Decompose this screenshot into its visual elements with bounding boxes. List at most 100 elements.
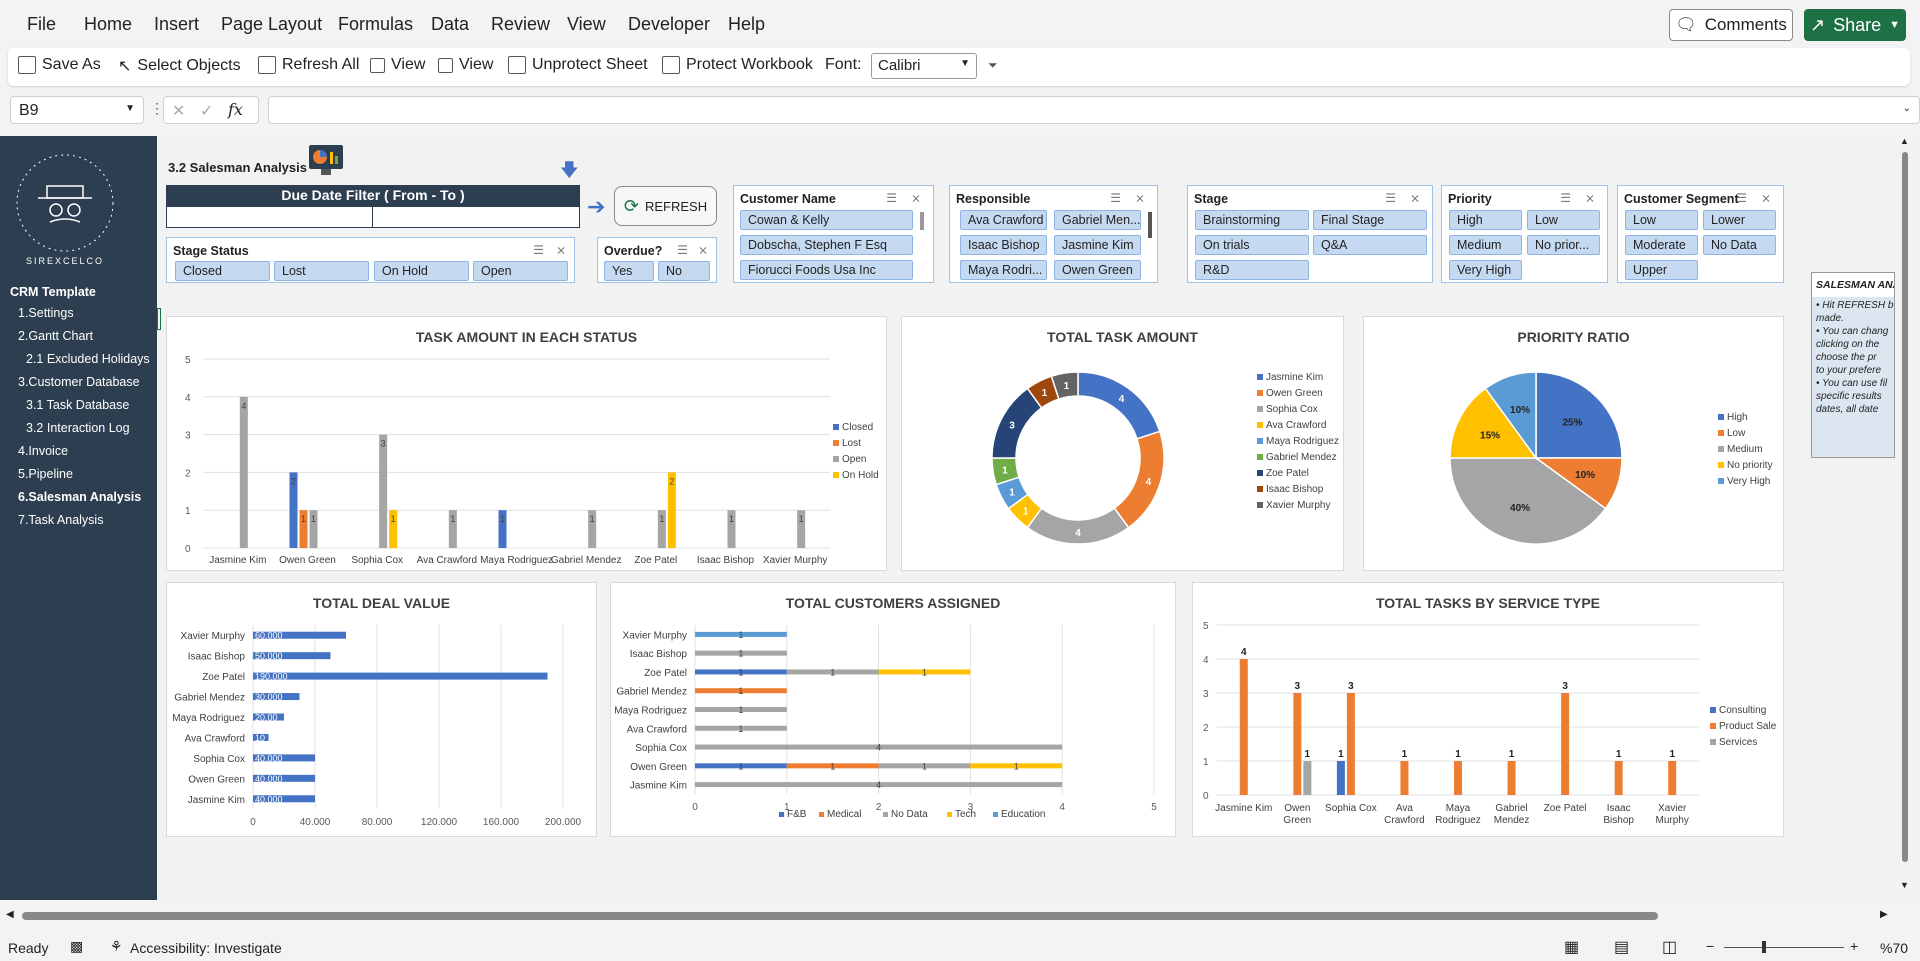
protect-workbook-button[interactable]: Protect Workbook	[662, 56, 813, 74]
slicer-item[interactable]: Open	[473, 261, 568, 281]
slicer-item[interactable]: R&D	[1195, 260, 1309, 280]
selected-cell[interactable]	[157, 308, 161, 330]
slicer-item[interactable]: Very High	[1449, 260, 1522, 280]
slicer-item[interactable]: Ava Crawford	[960, 210, 1047, 230]
scroll-left-icon[interactable]: ◀	[6, 909, 14, 920]
zoom-out-icon[interactable]: −	[1706, 938, 1714, 954]
sidebar-item-task-database[interactable]: 3.1 Task Database	[26, 398, 129, 412]
menu-developer[interactable]: Developer	[628, 14, 710, 35]
name-box[interactable]: B9 ▼	[10, 96, 144, 124]
scroll-right-icon[interactable]: ▶	[1880, 909, 1888, 920]
slicer-item[interactable]: Dobscha, Stephen F Esq	[740, 235, 913, 255]
view-checkbox-1[interactable]: View	[370, 56, 425, 74]
multi-select-icon[interactable]: ☰	[677, 243, 688, 257]
slicer-item[interactable]: Low	[1625, 210, 1698, 230]
refresh-button[interactable]: ⟳ REFRESH	[614, 186, 717, 226]
menu-view[interactable]: View	[567, 14, 606, 35]
slicer-item[interactable]: On trials	[1195, 235, 1309, 255]
sidebar-item-settings[interactable]: 1.Settings	[18, 306, 74, 320]
slicer-item[interactable]: Gabriel Men...	[1054, 210, 1141, 230]
slicer-item[interactable]: Maya Rodri...	[960, 260, 1047, 280]
slicer-item[interactable]: Fiorucci Foods Usa Inc	[740, 260, 913, 280]
clear-filter-icon[interactable]: ⨯	[911, 191, 921, 205]
page-layout-icon[interactable]: ▤	[1614, 937, 1629, 957]
slicer-item[interactable]: On Hold	[374, 261, 469, 281]
horizontal-scrollbar[interactable]: ◀ ▶	[0, 907, 1900, 925]
multi-select-icon[interactable]: ☰	[533, 243, 544, 257]
menu-insert[interactable]: Insert	[154, 14, 199, 35]
macro-icon[interactable]: ▩	[70, 938, 83, 955]
slicer-item[interactable]: Moderate	[1625, 235, 1698, 255]
normal-view-icon[interactable]: ▦	[1564, 937, 1579, 957]
scrollbar[interactable]	[1148, 212, 1152, 238]
more-icon[interactable]: ⋮	[150, 100, 164, 117]
clear-filter-icon[interactable]: ⨯	[556, 243, 566, 257]
due-date-from-input[interactable]	[166, 206, 373, 228]
menu-formulas[interactable]: Formulas	[338, 14, 413, 35]
sidebar-item-interaction-log[interactable]: 3.2 Interaction Log	[26, 421, 130, 435]
more-options-icon[interactable]: ⏷	[988, 58, 998, 73]
clear-filter-icon[interactable]: ⨯	[1585, 191, 1595, 205]
sidebar-item-gantt-chart[interactable]: 2.Gantt Chart	[18, 329, 93, 343]
zoom-slider-thumb[interactable]	[1762, 941, 1766, 953]
comments-button[interactable]: 🗨 Comments	[1669, 9, 1793, 41]
slicer-item[interactable]: No prior...	[1527, 235, 1600, 255]
accessibility-status[interactable]: Accessibility: Investigate	[130, 940, 282, 956]
zoom-in-icon[interactable]: +	[1850, 938, 1858, 954]
scrollbar-thumb[interactable]	[1902, 152, 1908, 862]
formula-input[interactable]: ⌄	[268, 96, 1920, 124]
slicer-item[interactable]: Yes	[604, 261, 654, 281]
clear-filter-icon[interactable]: ⨯	[1135, 191, 1145, 205]
clear-filter-icon[interactable]: ⨯	[1410, 191, 1420, 205]
sidebar-item-salesman-analysis[interactable]: 6.Salesman Analysis	[18, 490, 141, 504]
sidebar-item-customer-database[interactable]: 3.Customer Database	[18, 375, 140, 389]
zoom-slider[interactable]	[1724, 947, 1844, 948]
scroll-up-icon[interactable]: ▲	[1900, 136, 1909, 146]
slicer-item[interactable]: Isaac Bishop	[960, 235, 1047, 255]
vertical-scrollbar[interactable]: ▲ ▼	[1898, 136, 1912, 898]
slicer-item[interactable]: Q&A	[1313, 235, 1427, 255]
menu-file[interactable]: File	[27, 14, 56, 35]
multi-select-icon[interactable]: ☰	[1110, 191, 1121, 205]
slicer-item[interactable]: No Data	[1703, 235, 1776, 255]
save-as-button[interactable]: Save As	[18, 56, 101, 74]
zoom-level[interactable]: %70	[1880, 940, 1908, 956]
multi-select-icon[interactable]: ☰	[1560, 191, 1571, 205]
function-icon[interactable]: fx	[228, 100, 243, 119]
cancel-icon[interactable]: ✕	[172, 101, 185, 121]
slicer-item[interactable]: Brainstorming	[1195, 210, 1309, 230]
multi-select-icon[interactable]: ☰	[1736, 191, 1747, 205]
sidebar-item-pipeline[interactable]: 5.Pipeline	[18, 467, 73, 481]
menu-page-layout[interactable]: Page Layout	[221, 14, 322, 35]
slicer-item[interactable]: Lower	[1703, 210, 1776, 230]
slicer-item[interactable]: Cowan & Kelly	[740, 210, 913, 230]
menu-help[interactable]: Help	[728, 14, 765, 35]
slicer-item[interactable]: Upper	[1625, 260, 1698, 280]
due-date-to-input[interactable]	[372, 206, 580, 228]
view-checkbox-2[interactable]: View	[438, 56, 493, 74]
menu-data[interactable]: Data	[431, 14, 469, 35]
clear-filter-icon[interactable]: ⨯	[698, 243, 708, 257]
share-button[interactable]: ↗ Share ▼	[1804, 9, 1906, 41]
sidebar-item-invoice[interactable]: 4.Invoice	[18, 444, 68, 458]
page-break-icon[interactable]: ◫	[1662, 937, 1677, 957]
slicer-item[interactable]: Jasmine Kim	[1054, 235, 1141, 255]
select-objects-button[interactable]: ↖ Select Objects	[118, 56, 241, 76]
sidebar-item-task-analysis[interactable]: 7.Task Analysis	[18, 513, 103, 527]
slicer-item[interactable]: Closed	[175, 261, 270, 281]
slicer-item[interactable]: High	[1449, 210, 1522, 230]
confirm-icon[interactable]: ✓	[200, 101, 213, 121]
multi-select-icon[interactable]: ☰	[1385, 191, 1396, 205]
slicer-item[interactable]: No	[658, 261, 710, 281]
slicer-item[interactable]: Lost	[274, 261, 369, 281]
multi-select-icon[interactable]: ☰	[886, 191, 897, 205]
unprotect-sheet-button[interactable]: Unprotect Sheet	[508, 56, 648, 74]
scrollbar-thumb[interactable]	[22, 912, 1658, 920]
menu-review[interactable]: Review	[491, 14, 550, 35]
menu-home[interactable]: Home	[84, 14, 132, 35]
slicer-item[interactable]: Low	[1527, 210, 1600, 230]
slicer-item[interactable]: Owen Green	[1054, 260, 1141, 280]
font-select[interactable]: Calibri ▼	[871, 53, 977, 79]
slicer-item[interactable]: Final Stage	[1313, 210, 1427, 230]
clear-filter-icon[interactable]: ⨯	[1761, 191, 1771, 205]
